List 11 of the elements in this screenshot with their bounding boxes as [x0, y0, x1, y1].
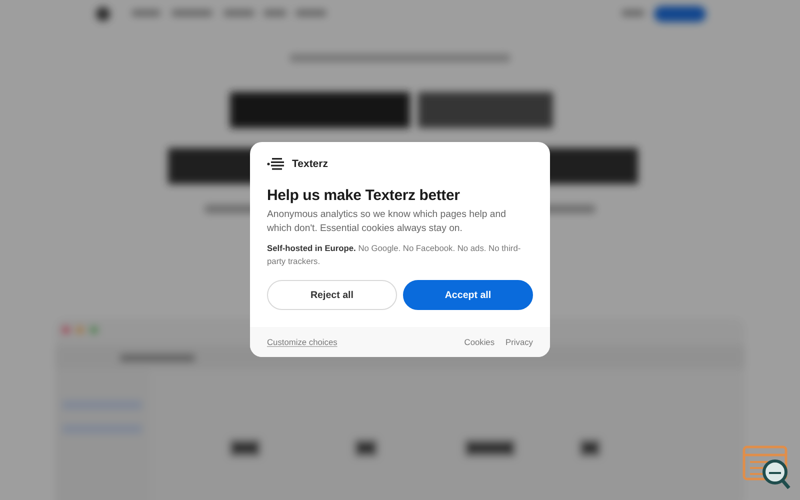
footer-link[interactable]: Privacy	[506, 337, 533, 347]
customize-link[interactable]: Customize choices	[267, 337, 338, 347]
privacy-note: Self-hosted in Europe. No Google. No Facebook. No ads. No third-party trackers.	[267, 242, 522, 268]
description-text: Anonymous analytics so we know which pages help and which don't. Essential cookies always stay on.	[267, 208, 507, 236]
brand-name: Texterz	[292, 158, 328, 170]
dialog-title: Help us make Texterz better	[267, 187, 461, 204]
reject-button[interactable]: Reject all	[267, 280, 397, 310]
search-window-icon[interactable]	[742, 445, 792, 491]
accept-button[interactable]: Accept all	[403, 280, 533, 310]
lines-icon	[267, 158, 285, 170]
footer-link[interactable]: Cookies	[464, 337, 495, 347]
